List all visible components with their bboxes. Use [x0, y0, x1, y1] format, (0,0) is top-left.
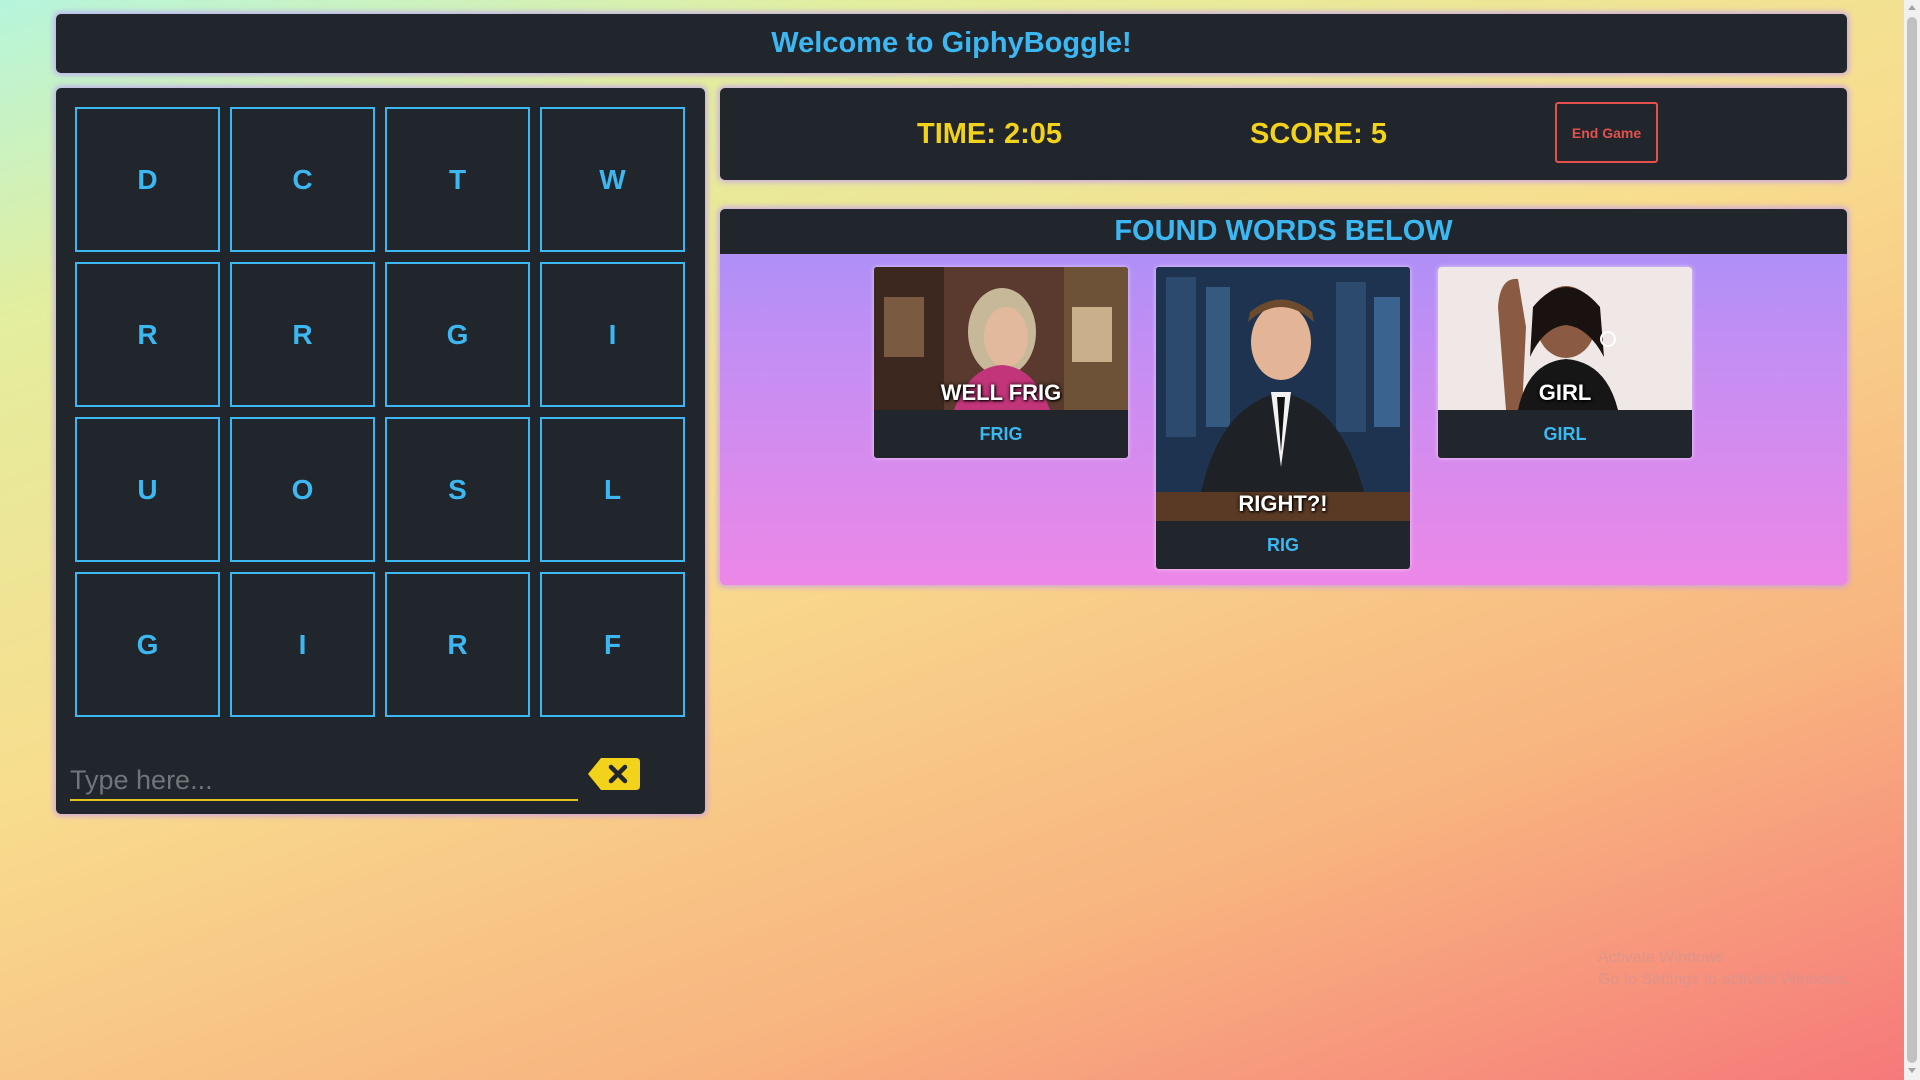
board-tile[interactable]: S: [385, 417, 530, 562]
gif-image: RIGHT?!: [1156, 267, 1410, 521]
header-bar: Welcome to GiphyBoggle!: [56, 14, 1847, 73]
found-word-card[interactable]: GIRL GIRL: [1438, 267, 1692, 458]
vertical-scrollbar[interactable]: [1904, 0, 1920, 1080]
board-tile[interactable]: D: [75, 107, 220, 252]
board-tile[interactable]: R: [385, 572, 530, 717]
time-display: TIME: 2:05: [917, 117, 1063, 150]
found-words-title: FOUND WORDS BELOW: [1114, 215, 1453, 247]
found-words-panel: FOUND WORDS BELOW WELL FRIG FRIG RIGHT?!…: [720, 209, 1847, 585]
gif-caption: GIRL: [1538, 380, 1592, 405]
board-tile[interactable]: W: [540, 107, 685, 252]
board-tile[interactable]: C: [230, 107, 375, 252]
board-tile[interactable]: G: [385, 262, 530, 407]
board-tile[interactable]: I: [230, 572, 375, 717]
found-word-label: RIG: [1266, 534, 1299, 555]
found-word-label: FRIG: [979, 423, 1023, 444]
page-title: Welcome to GiphyBoggle!: [771, 27, 1132, 59]
found-word-label: GIRL: [1543, 423, 1587, 444]
scrollbar-thumb[interactable]: [1907, 17, 1917, 1063]
score-display: SCORE: 5: [1250, 117, 1387, 150]
board-tile[interactable]: G: [75, 572, 220, 717]
board-tile[interactable]: T: [385, 107, 530, 252]
board-tile[interactable]: R: [75, 262, 220, 407]
board-tile[interactable]: R: [230, 262, 375, 407]
boggle-board: D C T W R R G I U O S L G I R F: [56, 88, 705, 814]
backspace-icon: [588, 758, 640, 790]
gif-caption: RIGHT?!: [1238, 491, 1328, 516]
gif-image: WELL FRIG: [874, 267, 1128, 410]
clear-input-button[interactable]: [587, 757, 641, 791]
gif-caption: WELL FRIG: [940, 380, 1062, 405]
board-tile[interactable]: F: [540, 572, 685, 717]
found-word-card[interactable]: RIGHT?! RIG: [1156, 267, 1410, 569]
scroll-down-icon[interactable]: [1908, 1068, 1916, 1073]
activation-watermark: Activate Windows Go to Settings to activ…: [1598, 947, 1851, 991]
watermark-subtitle: Go to Settings to activate Windows.: [1598, 971, 1851, 988]
status-bar: TIME: 2:05 SCORE: 5 End Game: [720, 88, 1847, 180]
word-input[interactable]: [70, 761, 578, 801]
end-game-button[interactable]: End Game: [1555, 102, 1658, 163]
board-tile[interactable]: L: [540, 417, 685, 562]
gif-image: GIRL: [1438, 267, 1692, 410]
board-tile[interactable]: I: [540, 262, 685, 407]
found-word-card[interactable]: WELL FRIG FRIG: [874, 267, 1128, 458]
scroll-up-icon[interactable]: [1908, 5, 1916, 10]
watermark-title: Activate Windows: [1598, 949, 1725, 966]
found-words-header: FOUND WORDS BELOW: [720, 209, 1847, 254]
board-tile[interactable]: U: [75, 417, 220, 562]
board-tile[interactable]: O: [230, 417, 375, 562]
